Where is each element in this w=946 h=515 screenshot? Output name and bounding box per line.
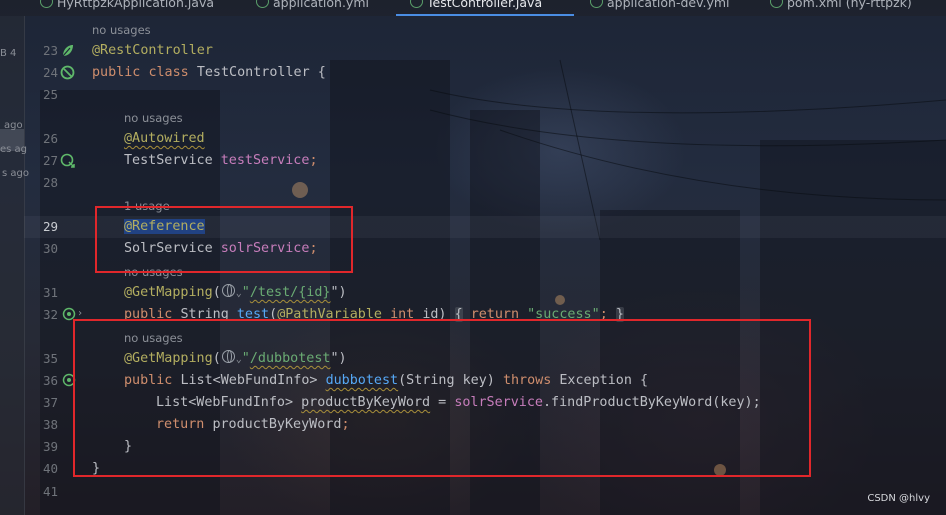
highlight-box-reference (95, 206, 353, 273)
tab-label: application.yml (273, 0, 369, 10)
line-number: 37 (42, 395, 58, 410)
line-number: 39 (42, 439, 58, 454)
highlight-box-dubbotest (73, 319, 811, 477)
tab-application-dev-yml[interactable]: application-dev.yml (590, 0, 730, 14)
code-line: 28 (24, 172, 946, 194)
tab-test-controller[interactable]: TestController.java (410, 0, 542, 14)
code-text: @RestController (92, 43, 213, 58)
tab-label: HyRttpzkApplication.java (57, 0, 215, 10)
line-number: 38 (42, 417, 58, 432)
code-vision-hint-line: no usages (24, 19, 946, 41)
tab-label: application-dev.yml (607, 0, 730, 10)
line-number: 31 (42, 285, 58, 300)
globe-icon[interactable] (221, 284, 235, 297)
line-number: 29 (42, 219, 58, 234)
strip-text: B 4 (0, 48, 17, 59)
tab-label: pom.xml (hy-rttpzk) (787, 0, 912, 10)
code-line: 24 public class TestController { (24, 62, 946, 84)
line-number: 26 (42, 131, 58, 146)
line-number: 24 (42, 65, 58, 80)
strip-text: ago (4, 120, 23, 131)
line-number: 35 (42, 351, 58, 366)
chevron-right-icon[interactable]: › (77, 308, 83, 319)
tab-application-java[interactable]: HyRttpzkApplication.java (40, 0, 214, 14)
usages-hint[interactable]: no usages (124, 107, 183, 129)
java-class-icon (410, 0, 423, 8)
code-text: @Autowired (124, 131, 205, 146)
code-line: 23 @RestController (24, 40, 946, 62)
code-line: 41 (24, 481, 946, 503)
left-tool-strip: B 4 ago es ag s ago (0, 16, 29, 515)
code-text: public class TestController { (92, 65, 326, 80)
spring-bean-icon[interactable] (60, 65, 75, 80)
line-number: 25 (42, 87, 58, 102)
yaml-file-icon (590, 0, 603, 8)
tab-label: TestController.java (427, 0, 543, 10)
autowired-navigate-icon[interactable] (60, 153, 75, 168)
line-number: 30 (42, 241, 58, 256)
maven-file-icon (770, 0, 783, 8)
watermark: CSDN @hlvy (867, 493, 930, 504)
line-number: 40 (42, 461, 58, 476)
line-number: 23 (42, 43, 58, 58)
tab-pom-xml[interactable]: pom.xml (hy-rttpzk) (770, 0, 912, 14)
line-number: 41 (42, 484, 58, 499)
code-line: 26 @Autowired (24, 128, 946, 150)
code-text: TestService testService; (124, 153, 318, 168)
code-line: 25 (24, 84, 946, 106)
line-number: 28 (42, 175, 58, 190)
line-number: 36 (42, 373, 58, 388)
code-line: 27 TestService testService; (24, 150, 946, 172)
tab-application-yml[interactable]: application.yml (256, 0, 369, 14)
line-number: 32 (42, 307, 58, 322)
code-line: 31 @GetMapping(⌄"/test/{id}") (24, 282, 946, 304)
strip-text: es ag (0, 144, 28, 155)
java-class-icon (40, 0, 53, 8)
line-number: 27 (42, 153, 58, 168)
editor-tab-bar: HyRttpzkApplication.java application.yml… (0, 0, 946, 16)
yaml-file-icon (256, 0, 269, 8)
usages-hint[interactable]: no usages (92, 19, 151, 41)
code-vision-hint-line: no usages (24, 107, 946, 129)
spring-bean-icon[interactable] (60, 43, 75, 58)
code-text: @GetMapping(⌄"/test/{id}") (124, 284, 347, 300)
